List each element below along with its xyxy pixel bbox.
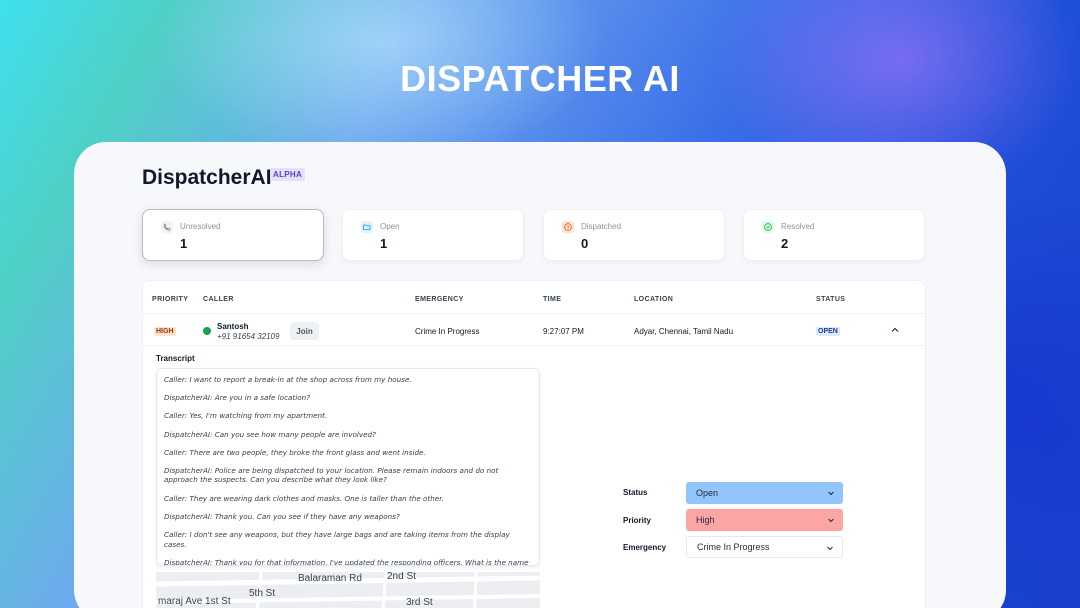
priority-select-value: High <box>696 515 715 525</box>
emergency-select-value: Crime In Progress <box>697 542 770 552</box>
call-location: Adyar, Chennai, Tamil Nadu <box>634 327 734 336</box>
transcript-box[interactable]: Caller: I want to report a break-in at t… <box>156 368 540 566</box>
join-call-button[interactable]: Join <box>290 322 319 340</box>
caller-phone: +91 91654 32109 <box>217 332 280 341</box>
header-status: STATUS <box>816 296 846 303</box>
chevron-down-icon <box>828 518 834 523</box>
status-select-value: Open <box>696 488 719 498</box>
emergency-label: Emergency <box>623 543 667 552</box>
transcript-line: DispatcherAI: Police are being dispatche… <box>164 465 499 485</box>
header-time: TIME <box>543 296 562 303</box>
phone-icon <box>161 221 173 233</box>
transcript-line: Caller: I don't see any weapons, but the… <box>164 530 510 549</box>
stat-label: Unresolved <box>180 222 221 231</box>
map-street-label: Balaraman Rd <box>298 573 362 584</box>
row-divider <box>143 345 925 346</box>
stat-card-resolved[interactable]: Resolved 2 <box>743 209 925 261</box>
header-divider <box>143 313 925 314</box>
alpha-badge: ALPHA <box>270 168 306 181</box>
priority-select[interactable]: High <box>686 509 843 531</box>
priority-label: Priority <box>623 516 652 525</box>
status-label: Status <box>623 488 648 497</box>
header-priority: PRIORITY <box>152 296 189 303</box>
transcript-line: DispatcherAI: Thank you. Can you see if … <box>164 511 400 521</box>
chevron-down-icon <box>827 546 833 551</box>
transcript-line: DispatcherAI: Thank you for that informa… <box>164 557 529 566</box>
check-badge-icon <box>762 221 774 233</box>
online-status-dot <box>203 327 211 335</box>
header-location: LOCATION <box>634 296 674 303</box>
folder-open-icon <box>361 221 373 233</box>
app-title: DispatcherAI <box>142 166 272 189</box>
map-street-label: 5th St <box>249 588 276 599</box>
chevron-down-icon <box>828 491 834 496</box>
stat-label: Resolved <box>781 222 815 231</box>
transcript-line: Caller: There are two people, they broke… <box>164 447 426 457</box>
stat-value: 0 <box>581 236 589 251</box>
call-time: 9:27:07 PM <box>543 327 584 336</box>
calls-table: PRIORITY CALLER EMERGENCY TIME LOCATION … <box>142 280 926 608</box>
transcript-line: Caller: They are wearing dark clothes an… <box>164 493 444 503</box>
app-window: DispatcherAI ALPHA Unresolved 1 Open 1 D… <box>74 142 1006 608</box>
stat-card-open[interactable]: Open 1 <box>342 209 524 261</box>
stat-value: 2 <box>781 236 789 251</box>
emergency-type: Crime In Progress <box>415 327 480 336</box>
emergency-select[interactable]: Crime In Progress <box>686 536 843 558</box>
caller-name: Santosh <box>217 322 249 331</box>
map-street-label: 2nd St <box>387 572 416 582</box>
transcript-line: DispatcherAI: Are you in a safe location… <box>164 393 311 403</box>
stat-value: 1 <box>380 236 388 251</box>
status-badge: OPEN <box>816 327 840 336</box>
transcript-line: Caller: Yes, I'm watching from my apartm… <box>164 411 328 421</box>
stat-card-unresolved[interactable]: Unresolved 1 <box>142 209 324 261</box>
hero-title: DISPATCHER AI <box>400 58 680 99</box>
stat-label: Dispatched <box>581 222 622 231</box>
stat-card-dispatched[interactable]: Dispatched 0 <box>543 209 725 261</box>
chevron-up-icon[interactable] <box>889 323 901 335</box>
location-map[interactable]: Balaraman Rd 2nd St 5th St maraj Ave 1st… <box>156 572 540 608</box>
header-emergency: EMERGENCY <box>415 296 464 303</box>
transcript-line: Caller: I want to report a break-in at t… <box>164 375 412 384</box>
transcript-label: Transcript <box>156 354 195 363</box>
transcript-line: DispatcherAI: Can you see how many peopl… <box>164 429 376 439</box>
map-street-label: maraj Ave 1st St <box>158 596 231 607</box>
clock-icon <box>562 221 574 233</box>
map-street-label: 3rd St <box>406 597 433 608</box>
stat-value: 1 <box>180 236 188 251</box>
priority-badge: HIGH <box>154 327 176 336</box>
header-caller: CALLER <box>203 296 234 303</box>
stat-label: Open <box>380 222 400 231</box>
status-select[interactable]: Open <box>686 482 843 504</box>
